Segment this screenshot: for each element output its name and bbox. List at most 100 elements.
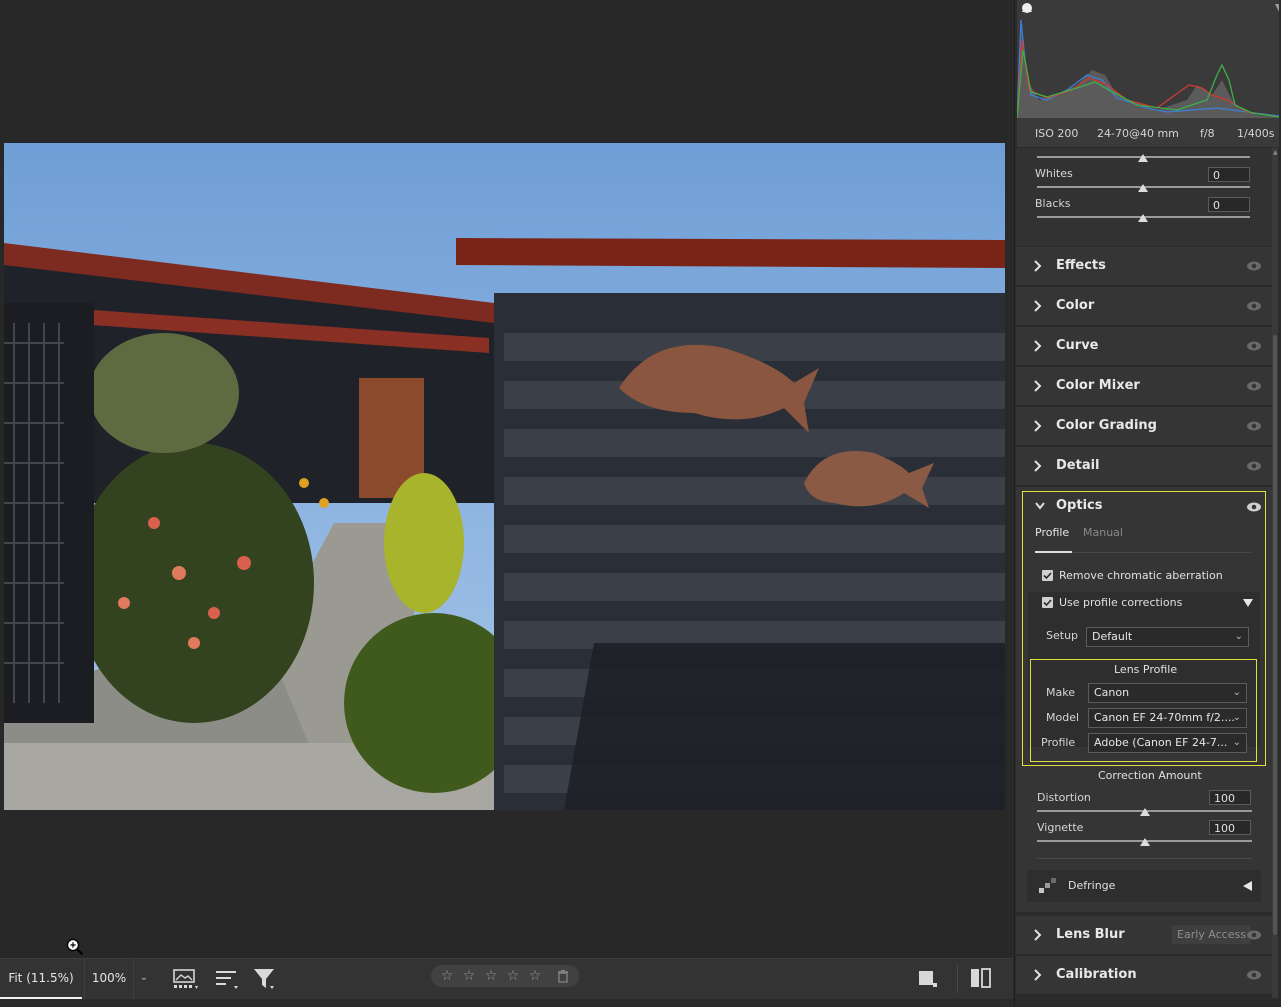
- chevron-down-icon: ⌄: [1232, 712, 1241, 723]
- toolbar-divider: [957, 965, 958, 993]
- slider-thumb[interactable]: [1138, 154, 1148, 162]
- blacks-label: Blacks: [1035, 197, 1071, 210]
- star-icon[interactable]: ☆: [459, 967, 479, 985]
- eye-icon[interactable]: [1246, 339, 1262, 353]
- section-title: Calibration: [1056, 967, 1137, 982]
- iso-value: ISO 200: [1035, 127, 1079, 140]
- eye-icon[interactable]: [1246, 259, 1262, 273]
- trash-icon[interactable]: [556, 969, 570, 983]
- expand-triangle-icon[interactable]: [1242, 880, 1253, 892]
- section-title: Effects: [1056, 258, 1106, 273]
- checkmark-icon: [1043, 599, 1052, 607]
- lens-profile-title: Lens Profile: [1114, 663, 1178, 676]
- whites-slider-thumb[interactable]: [1138, 184, 1148, 192]
- section-title: Color Mixer: [1056, 378, 1140, 393]
- whites-input[interactable]: 0: [1208, 167, 1250, 182]
- model-label: Model: [1046, 711, 1080, 724]
- chevron-right-icon: [1034, 460, 1042, 472]
- profile-dropdown[interactable]: Adobe (Canon EF 24-7... ⌄: [1088, 733, 1247, 753]
- distortion-label: Distortion: [1037, 791, 1091, 804]
- setup-value: Default: [1092, 630, 1133, 643]
- chevron-down-icon: ⌄: [1232, 687, 1241, 698]
- distortion-input[interactable]: 100: [1209, 790, 1251, 805]
- lens-value: 24-70@40 mm: [1097, 127, 1179, 140]
- compare-icon[interactable]: [969, 967, 993, 989]
- checkmark-icon: [1043, 572, 1052, 580]
- vignette-slider-thumb[interactable]: [1140, 838, 1150, 846]
- shutter-value: 1/400s: [1237, 127, 1275, 140]
- chevron-right-icon: [1034, 420, 1042, 432]
- distortion-slider-thumb[interactable]: [1140, 808, 1150, 816]
- star-icon[interactable]: ☆: [525, 967, 545, 985]
- section-calibration[interactable]: Calibration: [1016, 956, 1272, 996]
- use-profile-label[interactable]: Use profile corrections: [1059, 596, 1182, 609]
- correction-amount-title: Correction Amount: [1098, 769, 1202, 782]
- zoom-fit-button[interactable]: Fit (11.5%): [0, 959, 82, 999]
- section-lens-blur[interactable]: Lens Blur Early Access: [1016, 916, 1272, 956]
- section-color-grading[interactable]: Color Grading: [1016, 407, 1272, 447]
- section-detail[interactable]: Detail: [1016, 447, 1272, 487]
- profile-label: Profile: [1041, 736, 1076, 749]
- star-icon[interactable]: ☆: [481, 967, 501, 985]
- make-dropdown[interactable]: Canon ⌄: [1088, 683, 1247, 703]
- chevron-down-icon[interactable]: [1034, 500, 1046, 512]
- camera-info-bar: ISO 200 24-70@40 mm f/8 1/400s: [1017, 120, 1279, 147]
- star-icon[interactable]: ☆: [437, 967, 457, 985]
- chevron-down-icon: ⌄: [1234, 631, 1243, 642]
- section-color-mixer[interactable]: Color Mixer: [1016, 367, 1272, 407]
- chevron-right-icon: [1034, 340, 1042, 352]
- defringe-row[interactable]: [1027, 870, 1261, 902]
- aperture-value: f/8: [1200, 127, 1215, 140]
- tab-manual[interactable]: Manual: [1083, 526, 1123, 539]
- make-value: Canon: [1094, 686, 1130, 699]
- eye-icon[interactable]: [1246, 500, 1262, 514]
- vignette-input[interactable]: 100: [1209, 820, 1251, 835]
- make-label: Make: [1046, 686, 1075, 699]
- star-icon[interactable]: ☆: [503, 967, 523, 985]
- section-title: Color: [1056, 298, 1095, 313]
- eye-icon[interactable]: [1246, 419, 1262, 433]
- chevron-right-icon: [1034, 300, 1042, 312]
- eye-icon[interactable]: [1246, 968, 1262, 982]
- eye-icon[interactable]: [1246, 379, 1262, 393]
- eye-icon[interactable]: [1246, 299, 1262, 313]
- photo-image: [4, 143, 1005, 810]
- section-color[interactable]: Color: [1016, 287, 1272, 327]
- collapse-triangle-icon[interactable]: [1242, 598, 1254, 608]
- model-dropdown[interactable]: Canon EF 24-70mm f/2.... ⌄: [1088, 708, 1247, 728]
- section-title: Lens Blur: [1056, 927, 1125, 942]
- zoom-dropdown-chevron-icon[interactable]: ⌄: [134, 959, 154, 999]
- photo-preview[interactable]: [4, 143, 1005, 810]
- early-access-badge: Early Access: [1172, 925, 1251, 944]
- section-curve[interactable]: Curve: [1016, 327, 1272, 367]
- fullscreen-icon[interactable]: [919, 969, 937, 987]
- scroll-up-icon[interactable]: ▲: [1273, 150, 1279, 156]
- star-rating: ☆ ☆ ☆ ☆ ☆: [431, 965, 579, 987]
- optics-title[interactable]: Optics: [1056, 498, 1102, 513]
- defringe-icon: [1039, 878, 1056, 893]
- eye-icon[interactable]: [1246, 928, 1262, 942]
- zoom-in-icon: [66, 938, 84, 956]
- model-value: Canon EF 24-70mm f/2....: [1094, 711, 1235, 724]
- defringe-label[interactable]: Defringe: [1068, 879, 1115, 892]
- chevron-right-icon: [1034, 929, 1042, 941]
- section-title: Color Grading: [1056, 418, 1157, 433]
- chevron-right-icon: [1034, 969, 1042, 981]
- remove-ca-label[interactable]: Remove chromatic aberration: [1059, 569, 1223, 582]
- panel-scrollbar-thumb[interactable]: [1273, 335, 1277, 935]
- zoom-100-button[interactable]: 100%: [84, 959, 134, 999]
- chevron-down-icon: ⌄: [1232, 737, 1241, 748]
- section-title: Detail: [1056, 458, 1100, 473]
- tab-profile[interactable]: Profile: [1035, 526, 1069, 539]
- blacks-input[interactable]: 0: [1208, 197, 1250, 212]
- canvas-area: [0, 0, 1013, 958]
- setup-dropdown[interactable]: Default ⌄: [1086, 627, 1249, 647]
- eye-icon[interactable]: [1246, 459, 1262, 473]
- divider: [1037, 858, 1252, 859]
- blacks-slider-thumb[interactable]: [1138, 214, 1148, 222]
- profile-value: Adobe (Canon EF 24-7...: [1094, 736, 1228, 749]
- filmstrip-icon[interactable]: [172, 967, 198, 991]
- filter-icon[interactable]: [252, 967, 278, 991]
- section-effects[interactable]: Effects: [1016, 247, 1272, 287]
- sort-icon[interactable]: [214, 967, 240, 991]
